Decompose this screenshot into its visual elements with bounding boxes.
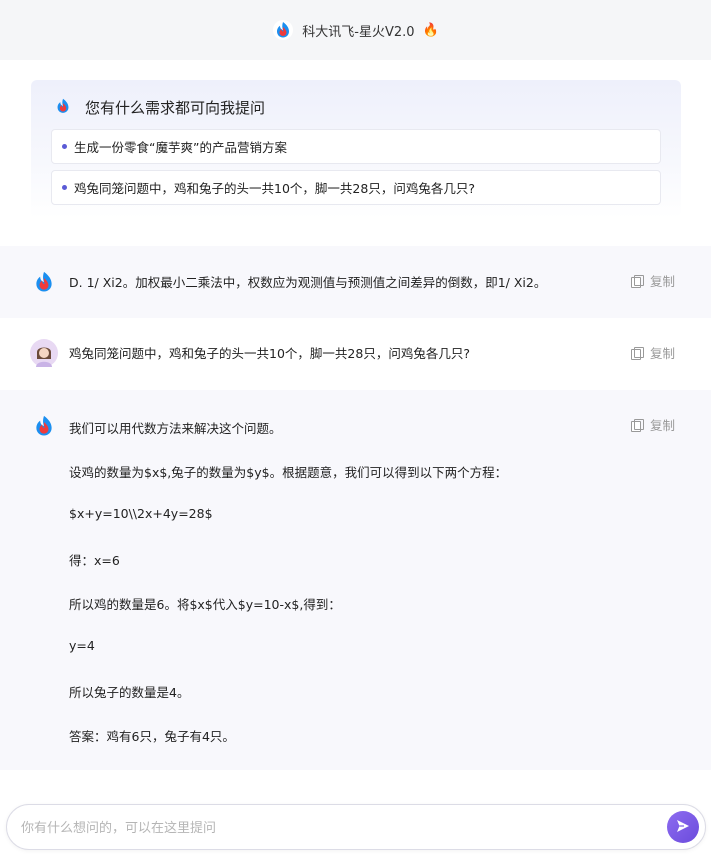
message-text: 鸡兔同笼问题中，鸡和兔子的头一共10个，脚一共28只，问鸡兔各几只? — [69, 346, 470, 361]
spark-logo-icon — [30, 412, 58, 440]
copy-label: 复制 — [649, 346, 675, 361]
suggestion-item[interactable]: 鸡兔同笼问题中，鸡和兔子的头一共10个，脚一共28只，问鸡兔各几只? — [51, 170, 661, 205]
copy-icon — [630, 346, 644, 360]
user-message: 鸡兔同笼问题中，鸡和兔子的头一共10个，脚一共28只，问鸡兔各几只? 复制 — [0, 318, 711, 390]
spark-logo-icon — [53, 96, 75, 118]
copy-icon — [630, 274, 644, 288]
send-icon — [676, 818, 690, 837]
suggestion-text: 鸡兔同笼问题中，鸡和兔子的头一共10个，脚一共28只，问鸡兔各几只? — [74, 181, 475, 196]
answer-paragraph: 所以鸡的数量是6。将$x$代入$y=10-x$,得到： — [69, 597, 341, 612]
assistant-message: D. 1/ Xi2。加权最小二乘法中，权数应为观测值与预测值之间差异的倒数，即1… — [0, 246, 711, 318]
copy-button[interactable]: 复制 — [630, 415, 675, 434]
suggestion-item[interactable]: 生成一份零食“魔芋爽”的产品营销方案 — [51, 129, 661, 164]
copy-button[interactable]: 复制 — [630, 271, 675, 290]
copy-button[interactable]: 复制 — [630, 343, 675, 362]
copy-icon — [630, 418, 644, 432]
answer-paragraph: 我们可以用代数方法来解决这个问题。 — [69, 421, 282, 436]
chat-input-bar — [6, 804, 706, 850]
answer-paragraph: 设鸡的数量为$x$,兔子的数量为$y$。根据题意，我们可以得到以下两个方程： — [69, 465, 508, 480]
fire-icon: 🔥 — [422, 22, 439, 38]
chat-input[interactable] — [21, 816, 641, 840]
bullet-icon — [62, 185, 67, 190]
spark-logo-icon — [272, 19, 294, 41]
app-title: 科大讯飞-星火V2.0 — [302, 24, 415, 40]
welcome-title: 您有什么需求都可向我提问 — [85, 98, 266, 117]
app-header: 科大讯飞-星火V2.0 🔥 — [0, 0, 711, 60]
answer-paragraph: y=4 — [69, 638, 95, 653]
copy-label: 复制 — [649, 274, 675, 289]
spark-logo-icon — [30, 268, 58, 296]
answer-paragraph: 答案：鸡有6只，兔子有4只。 — [69, 729, 235, 744]
answer-paragraph: 所以兔子的数量是4。 — [69, 685, 190, 700]
suggestion-text: 生成一份零食“魔芋爽”的产品营销方案 — [74, 140, 287, 155]
message-text: D. 1/ Xi2。加权最小二乘法中，权数应为观测值与预测值之间差异的倒数，即1… — [69, 275, 547, 290]
copy-label: 复制 — [649, 418, 675, 433]
answer-paragraph: $x+y=10\\2x+4y=28$ — [69, 506, 213, 521]
answer-paragraph: 得：x=6 — [69, 553, 120, 568]
send-button[interactable] — [667, 811, 699, 843]
bullet-icon — [62, 144, 67, 149]
assistant-message: 复制 我们可以用代数方法来解决这个问题。 设鸡的数量为$x$,兔子的数量为$y$… — [0, 390, 711, 770]
user-avatar — [30, 339, 58, 367]
welcome-card: 您有什么需求都可向我提问 生成一份零食“魔芋爽”的产品营销方案 鸡兔同笼问题中，… — [31, 80, 681, 218]
